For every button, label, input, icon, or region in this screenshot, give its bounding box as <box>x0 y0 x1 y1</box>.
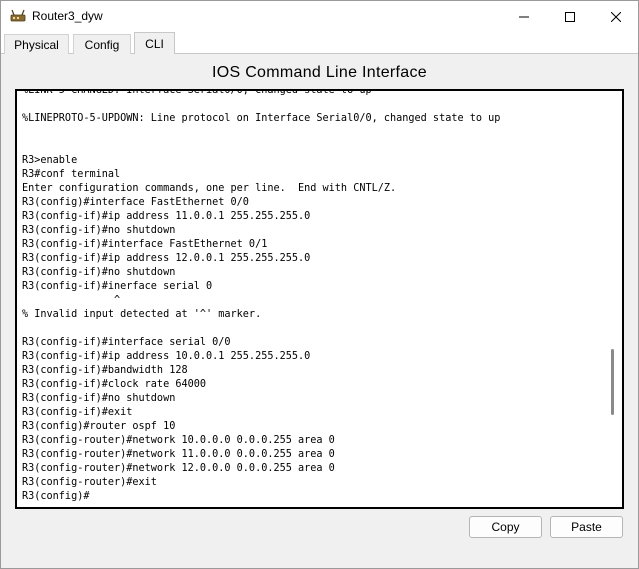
console-output: %LINK-5-CHANGED: Interface Serial0/0, ch… <box>22 89 607 504</box>
console-line: R3(config-if)#no shutdown <box>22 267 176 278</box>
tab-bar: Physical Config CLI <box>1 32 638 54</box>
console-line: R3(config-if)#inerface serial 0 <box>22 281 213 292</box>
console-line: R3(config-if)#no shutdown <box>22 225 176 236</box>
console-scrollbar[interactable] <box>611 349 614 415</box>
maximize-icon <box>565 11 575 22</box>
console-line: R3(config-router)#network 12.0.0.0 0.0.0… <box>22 463 335 474</box>
console-line: R3(config)# <box>22 491 90 502</box>
console-line: R3(config)#interface FastEthernet 0/0 <box>22 197 249 208</box>
minimize-button[interactable] <box>501 1 547 32</box>
console-line: ^ <box>22 295 121 306</box>
console-line: R3(config-router)#network 10.0.0.0 0.0.0… <box>22 435 335 446</box>
console-line: R3(config-if)#interface FastEthernet 0/1 <box>22 239 268 250</box>
copy-button[interactable]: Copy <box>469 516 542 538</box>
console-line: R3(config-if)#ip address 11.0.0.1 255.25… <box>22 211 311 222</box>
console-line: R3(config-router)#network 11.0.0.0 0.0.0… <box>22 449 335 460</box>
console-line: R3(config-if)#clock rate 64000 <box>22 379 207 390</box>
console-line: R3(config-router)#exit <box>22 477 157 488</box>
console-line: R3(config-if)#ip address 12.0.0.1 255.25… <box>22 253 311 264</box>
console-line: R3>enable <box>22 155 78 166</box>
tab-physical[interactable]: Physical <box>4 34 69 54</box>
console-line: R3(config-if)#ip address 10.0.0.1 255.25… <box>22 351 311 362</box>
router-cli-window: Router3_dyw Physical Config CLI IOS Comm… <box>0 0 639 569</box>
minimize-icon <box>519 16 529 17</box>
console-line: R3(config-if)#interface serial 0/0 <box>22 337 231 348</box>
console-line: %LINK-5-CHANGED: Interface Serial0/0, ch… <box>22 89 372 96</box>
panel-title: IOS Command Line Interface <box>211 64 427 81</box>
console-line: %LINEPROTO-5-UPDOWN: Line protocol on In… <box>22 113 501 124</box>
tab-cli[interactable]: CLI <box>134 32 175 54</box>
console-line: R3(config-if)#exit <box>22 407 133 418</box>
cli-console[interactable]: %LINK-5-CHANGED: Interface Serial0/0, ch… <box>15 89 624 509</box>
window-title: Router3_dyw <box>32 9 103 23</box>
tab-config[interactable]: Config <box>73 34 131 54</box>
maximize-button[interactable] <box>547 1 593 32</box>
console-line: R3(config-if)#no shutdown <box>22 393 176 404</box>
console-line: Enter configuration commands, one per li… <box>22 183 397 194</box>
title-bar[interactable]: Router3_dyw <box>1 1 638 32</box>
close-button[interactable] <box>593 1 639 32</box>
console-line: R3#conf terminal <box>22 169 121 180</box>
close-icon <box>611 11 621 22</box>
console-line: R3(config-if)#bandwidth 128 <box>22 365 188 376</box>
console-line: R3(config)#router ospf 10 <box>22 421 176 432</box>
console-line: % Invalid input detected at '^' marker. <box>22 309 262 320</box>
router-app-icon <box>10 8 26 24</box>
paste-button[interactable]: Paste <box>550 516 623 538</box>
